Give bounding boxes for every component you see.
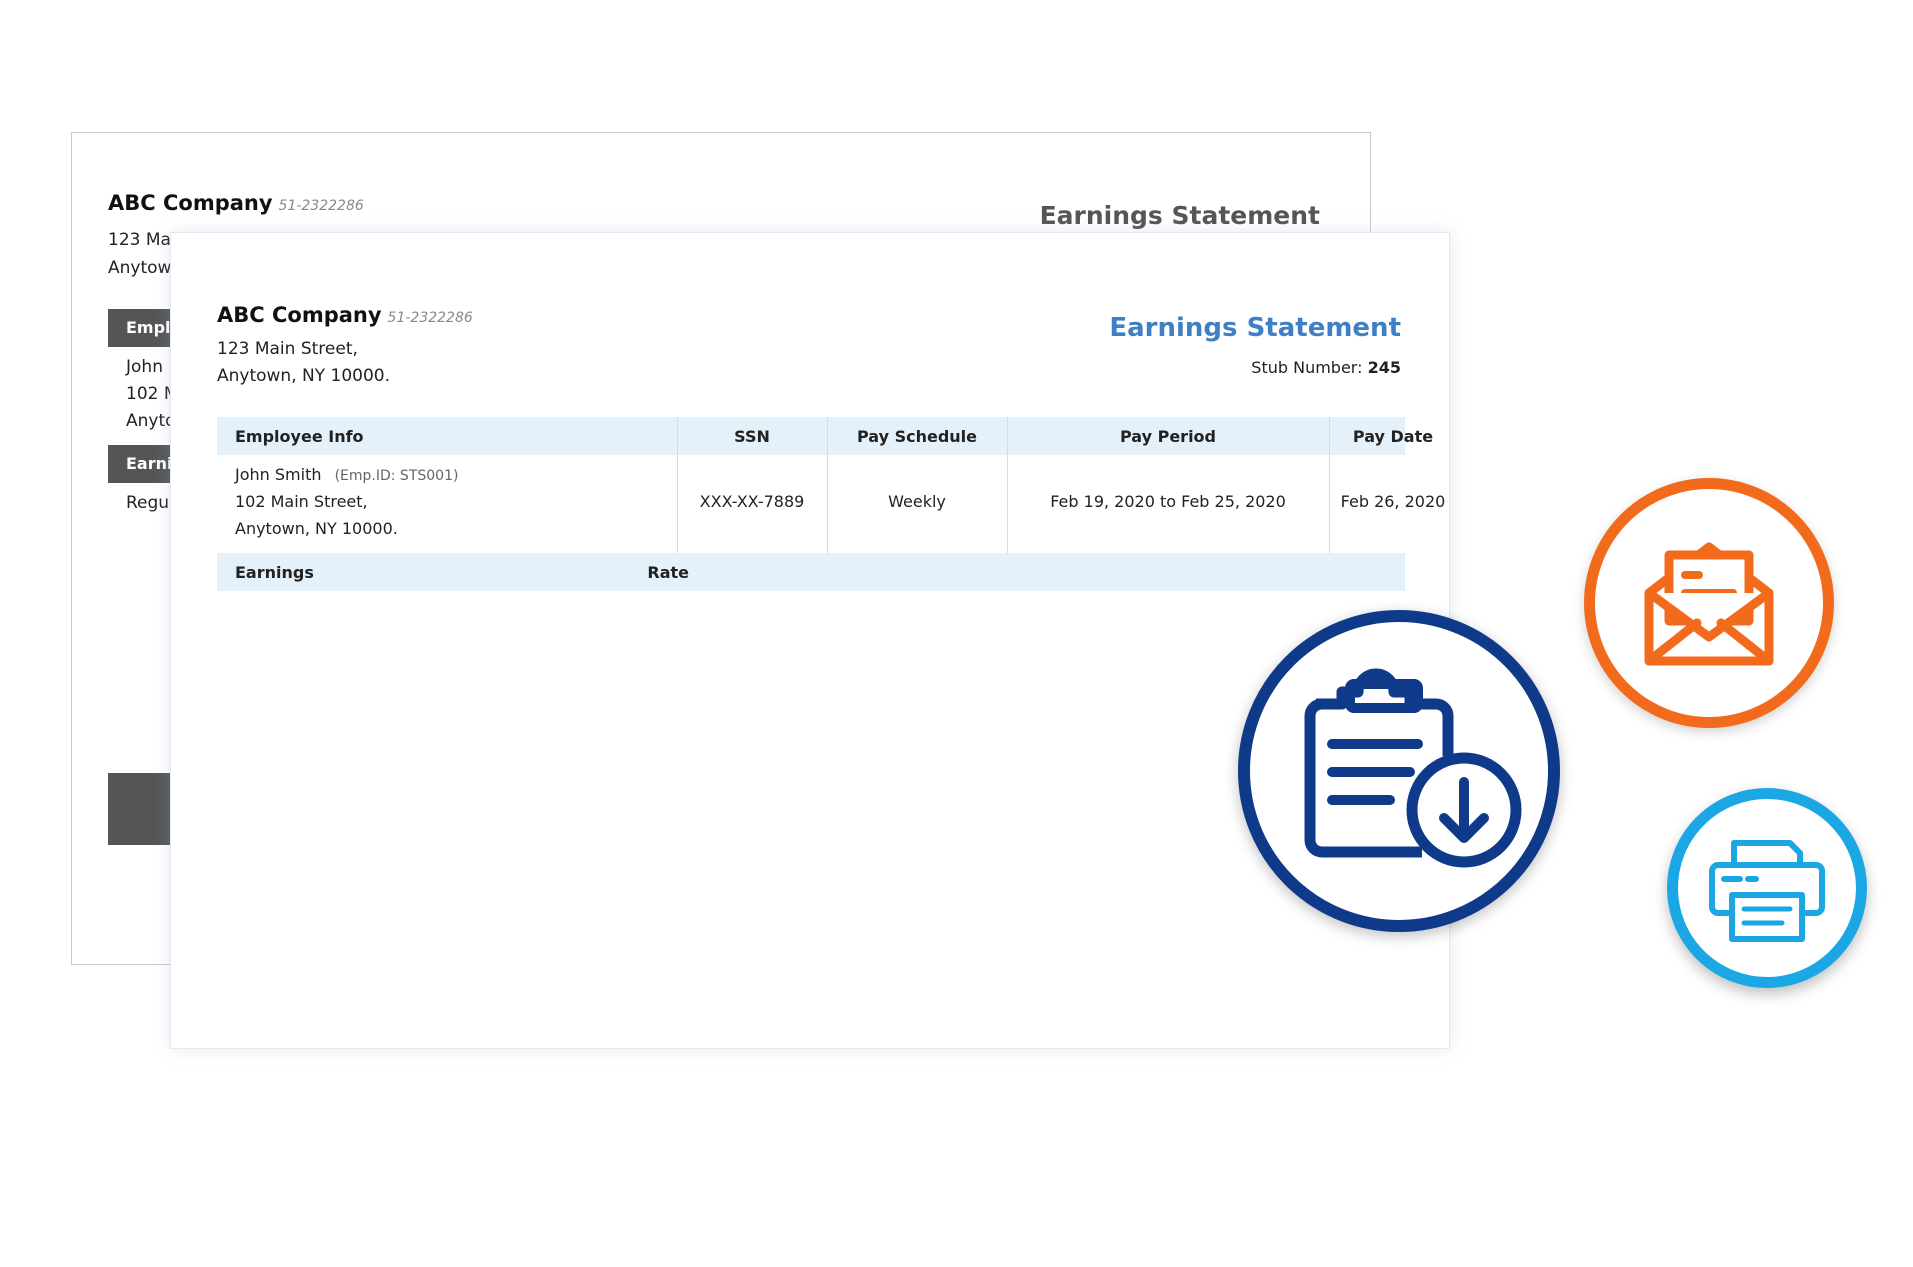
stub-number: Stub Number: 245 <box>1251 358 1401 377</box>
email-button[interactable] <box>1584 478 1834 728</box>
back-employee-line: John <box>126 357 163 377</box>
statement-title: Earnings Statement <box>1109 313 1401 343</box>
pay-schedule-value: Weekly <box>888 492 946 511</box>
employee-id: (Emp.ID: STS001) <box>334 468 459 484</box>
back-company-address: 123 Ma Anytow <box>108 226 171 282</box>
back-address-line: Anytow <box>108 258 172 278</box>
company-address: 123 Main Street, Anytown, NY 10000. <box>217 336 390 390</box>
back-employee-line: Anyto <box>126 411 176 431</box>
employee-info-header: Employee Info <box>235 427 364 446</box>
company-address-line: 123 Main Street, <box>217 339 358 359</box>
pay-schedule-header: Pay Schedule <box>856 427 978 446</box>
earnings-header: Earnings <box>235 563 314 582</box>
pay-date-header: Pay Date <box>1352 427 1434 446</box>
employee-name-line: John Smith (Emp.ID: STS001) <box>235 465 458 484</box>
employee-address-line: 102 Main Street, <box>235 492 368 511</box>
employee-name: John Smith <box>235 465 322 484</box>
back-address-line: 123 Ma <box>108 230 171 250</box>
back-statement-title: Earnings Statement <box>1039 201 1320 230</box>
stub-number-label: Stub Number: <box>1251 358 1363 377</box>
company-name: ABC Company 51-2322286 <box>217 303 473 327</box>
back-earnings-line: Regu <box>126 493 170 513</box>
back-company-name: ABC Company 51-2322286 <box>108 191 364 215</box>
pay-period-header: Pay Period <box>1120 427 1216 446</box>
pay-period-value: Feb 19, 2020 to Feb 25, 2020 <box>1050 492 1286 511</box>
company-label: ABC Company <box>217 303 382 327</box>
column-divider <box>827 417 828 553</box>
download-button[interactable] <box>1238 610 1560 932</box>
ssn-header: SSN <box>734 427 770 446</box>
printer-icon <box>1709 840 1825 942</box>
column-divider <box>1329 417 1330 553</box>
envelope-icon <box>1644 542 1774 666</box>
pay-date-value: Feb 26, 2020 <box>1340 492 1446 511</box>
back-company-label: ABC Company <box>108 191 273 215</box>
rate-header: Rate <box>647 563 689 582</box>
earnings-header-row <box>217 553 1405 591</box>
employee-address-line: Anytown, NY 10000. <box>235 519 398 538</box>
ssn-value: XXX-XX-7889 <box>699 492 805 511</box>
clipboard-download-icon <box>1304 668 1522 868</box>
column-divider <box>677 417 678 553</box>
stub-number-value: 245 <box>1367 358 1401 377</box>
company-ein: 51-2322286 <box>387 310 473 326</box>
company-address-line: Anytown, NY 10000. <box>217 366 391 386</box>
column-divider <box>1007 417 1008 553</box>
back-company-ein: 51-2322286 <box>278 198 364 214</box>
print-button[interactable] <box>1667 788 1867 988</box>
